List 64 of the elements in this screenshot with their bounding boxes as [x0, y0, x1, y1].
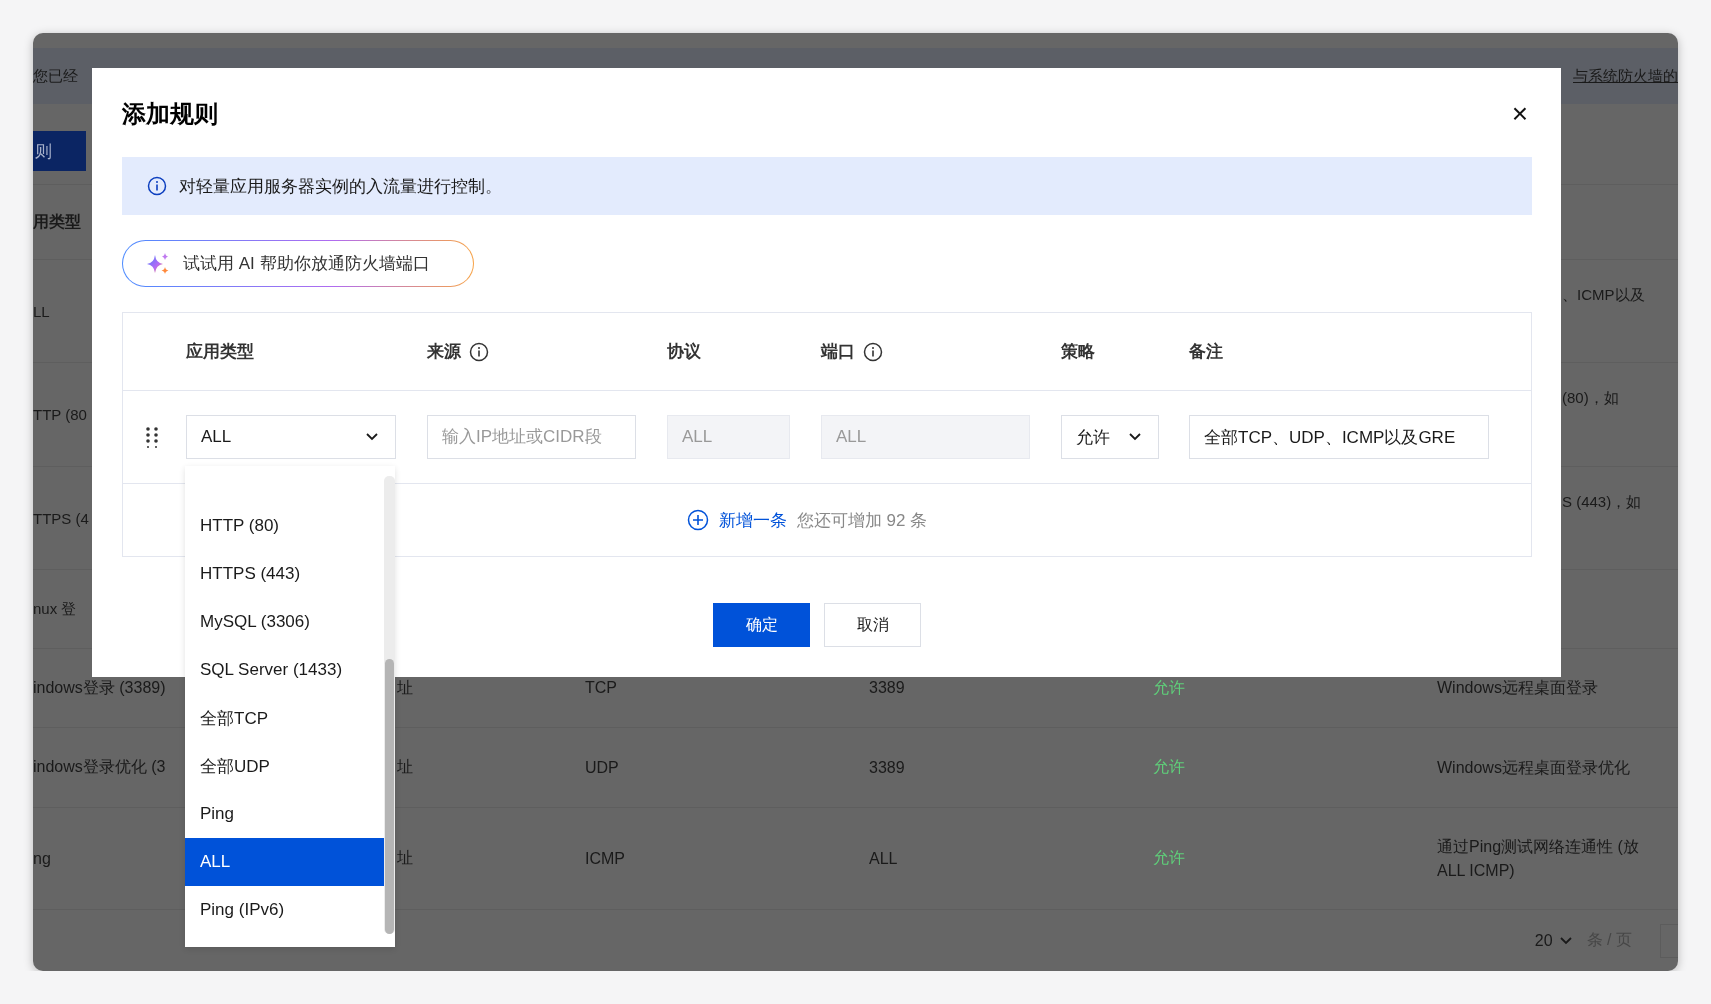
info-text: 对轻量应用服务器实例的入流量进行控制。 — [179, 175, 502, 198]
notice-text: 您已经 — [33, 66, 78, 86]
input-field[interactable]: 输入IP地址或CIDR段 — [427, 415, 636, 459]
column-header: 应用类型 — [186, 341, 254, 363]
add-row-link[interactable]: 新增一条 — [718, 508, 787, 532]
table-cell: TTP (80 — [33, 406, 87, 423]
policy-text: 允许 — [1153, 849, 1185, 866]
dropdown-option[interactable]: HTTPS (443) — [185, 550, 384, 598]
info-icon — [469, 341, 489, 362]
dropdown-select[interactable]: ALL — [186, 415, 396, 459]
table-cell-text: 、ICMP以及 — [1562, 286, 1646, 305]
policy-text: 允许 — [1153, 678, 1185, 696]
table-cell: TCP — [585, 679, 617, 696]
close-button[interactable]: × — [1509, 101, 1531, 127]
dropdown-select[interactable]: 允许 — [1061, 415, 1159, 459]
info-icon — [147, 176, 167, 196]
column-header: 策略 — [1061, 341, 1095, 363]
input-field[interactable]: 全部TCP、UDP、ICMP以及GRE — [1189, 415, 1489, 459]
table-cell: ICMP — [585, 849, 625, 867]
remaining-hint: 您还可增加 92 条 — [796, 509, 928, 532]
ai-assist-button[interactable]: 试试用 AI 帮助你放通防火墙端口 — [122, 240, 474, 287]
table-cell: indows登录 (3389) — [33, 678, 166, 696]
table-cell: Windows远程桌面登录 — [1437, 679, 1598, 696]
dropdown-option[interactable]: MySQL (3306) — [185, 598, 384, 646]
chevron-down-icon — [365, 432, 379, 442]
table-cell: ng — [33, 849, 51, 867]
column-header: 来源 — [427, 341, 461, 363]
table-cell: TTPS (4 — [33, 509, 89, 527]
dropdown-option[interactable]: 全部UDP — [185, 742, 384, 790]
dialog-title: 添加规则 — [122, 99, 218, 129]
table-cell: 3389 — [869, 679, 905, 696]
add-rule-button[interactable]: 则 — [33, 131, 86, 171]
table-cell: 址 — [397, 849, 413, 866]
chevron-down-icon — [1558, 935, 1573, 946]
chevron-down-icon — [1128, 432, 1142, 442]
table-cell: 址 — [397, 678, 413, 696]
scrollbar-thumb[interactable] — [385, 659, 394, 934]
info-icon — [863, 341, 883, 362]
table-cell: indows登录优化 (3 — [33, 758, 166, 775]
table-cell: Windows远程桌面登录优化 — [1437, 758, 1630, 776]
table-cell: 址 — [397, 758, 413, 775]
column-header: 端口 — [821, 341, 855, 363]
cancel-button[interactable]: 取消 — [824, 603, 921, 647]
column-header: 用类型 — [33, 211, 81, 232]
table-cell-text: S (443)，如 — [1562, 493, 1643, 512]
dropdown-option[interactable]: 全部TCP — [185, 694, 384, 742]
dropdown-option[interactable]: Ping (IPv6) — [185, 886, 384, 934]
dropdown-option[interactable]: Ping — [185, 790, 384, 838]
column-header: 备注 — [1189, 341, 1223, 363]
dropdown-option[interactable]: ALL — [185, 838, 384, 886]
policy-text: 允许 — [1153, 758, 1185, 775]
table-cell: LL — [33, 302, 50, 320]
table-cell: 3389 — [869, 758, 905, 776]
confirm-button[interactable]: 确定 — [713, 603, 810, 647]
table-cell: 通过Ping测试网络连通性 (放 ALL ICMP) — [1437, 837, 1639, 879]
drag-handle-icon — [145, 426, 159, 448]
table-cell: ALL — [869, 849, 898, 867]
table-cell: UDP — [585, 758, 619, 776]
dropdown-option[interactable]: HTTP (80) — [185, 502, 384, 550]
column-header: 协议 — [667, 341, 701, 363]
plus-circle-icon — [686, 509, 709, 531]
table-cell-text: (80)，如 — [1562, 389, 1620, 408]
dropdown-option[interactable]: SQL Server (1433) — [185, 646, 384, 694]
table-cell: nux 登 — [33, 599, 77, 619]
